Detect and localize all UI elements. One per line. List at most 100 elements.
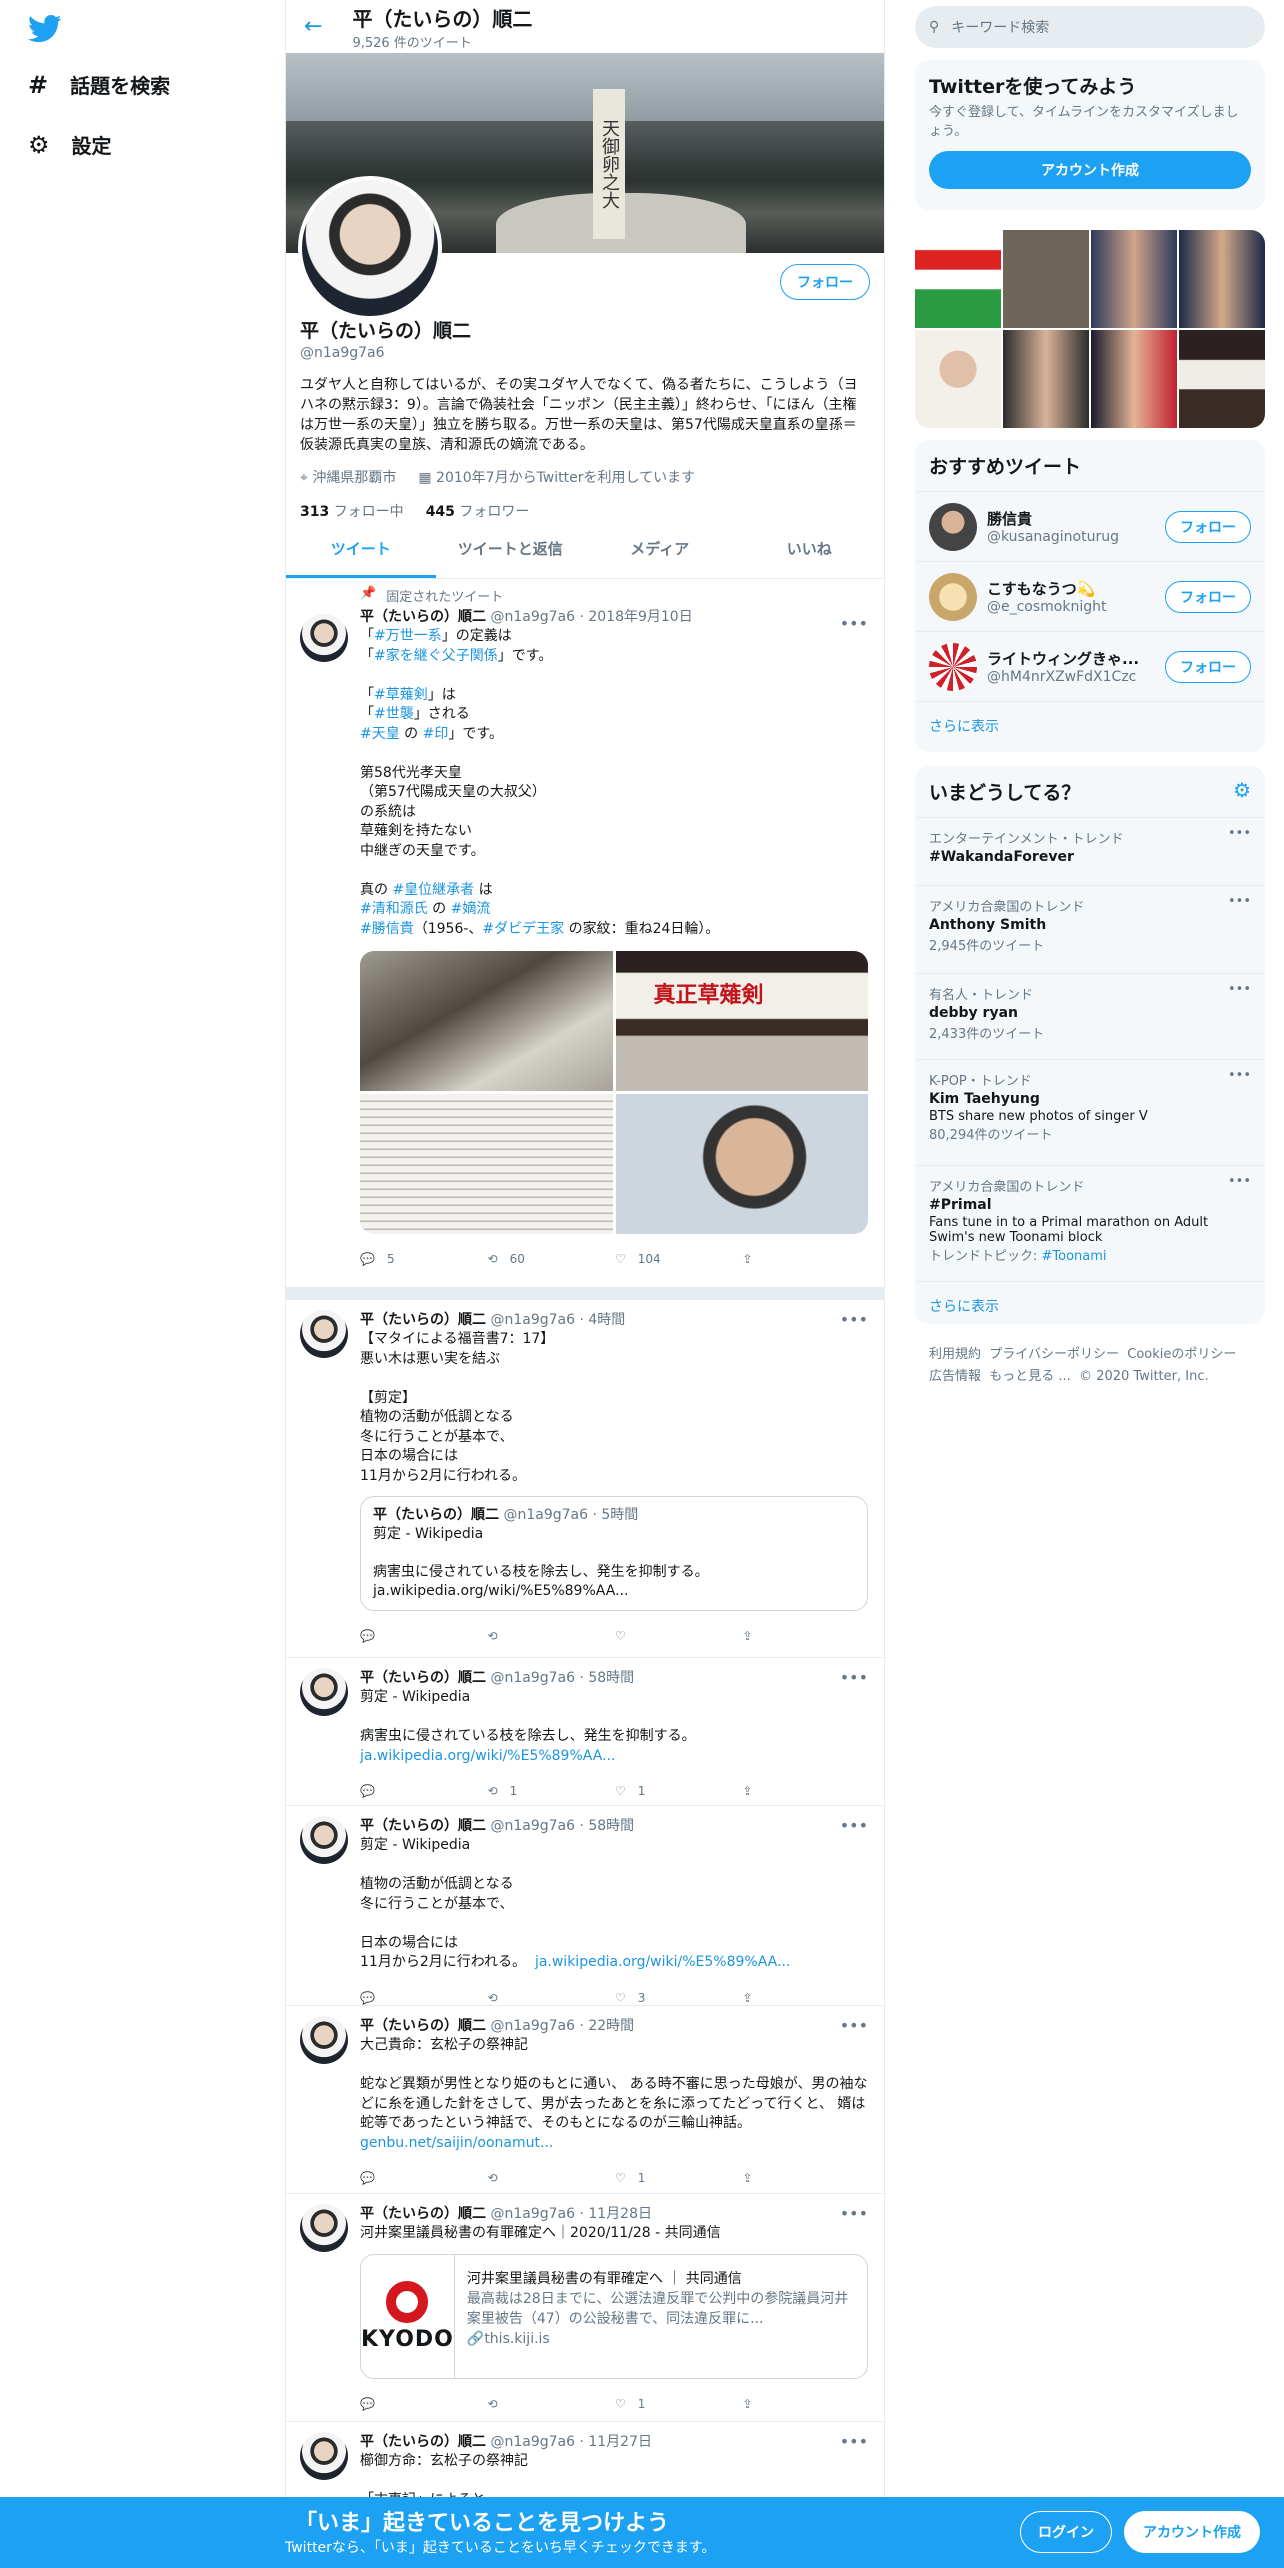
reply-button[interactable]: 💬 xyxy=(360,1991,488,2005)
profile-avatar[interactable] xyxy=(298,176,442,320)
following-count[interactable]: 313 フォロー中 xyxy=(300,501,404,521)
media-thumb[interactable] xyxy=(1003,230,1089,328)
more-icon[interactable]: ••• xyxy=(840,2204,868,2224)
tab-likes[interactable]: いいね xyxy=(735,520,885,578)
like-button[interactable]: ♡ 3 xyxy=(615,1991,743,2005)
like-button[interactable]: ♡ 1 xyxy=(615,1784,743,1798)
followers-count[interactable]: 445 フォロワー xyxy=(426,501,530,521)
hashtag-link[interactable]: #嫡流 xyxy=(451,901,491,917)
avatar[interactable] xyxy=(300,2204,348,2252)
trend-item[interactable]: 有名人・トレンド debby ryan 2,433件のツイート ••• xyxy=(915,973,1265,1059)
hashtag-link[interactable]: #世襲 xyxy=(374,706,414,722)
avatar[interactable] xyxy=(300,1310,348,1358)
recommended-user[interactable]: 勝信貴 @kusanaginoturug フォロー xyxy=(915,491,1265,561)
search-input[interactable]: ⚲ キーワード検索 xyxy=(915,6,1265,48)
nav-settings[interactable]: ⚙ 設定 xyxy=(28,130,112,159)
avatar[interactable] xyxy=(300,614,348,662)
media-thumb[interactable] xyxy=(1091,330,1177,428)
tweet[interactable]: 平（たいらの）順二 @n1a9g7a6 · 22時間 ••• 大己貴命：玄松子の… xyxy=(286,2006,884,2194)
tab-tweets[interactable]: ツイート xyxy=(286,520,436,578)
tweet-link[interactable]: genbu.net/saijin/oonamut... xyxy=(360,2135,553,2151)
like-button[interactable]: ♡ 104 xyxy=(615,1252,743,1266)
tweet[interactable]: 平（たいらの）順二 @n1a9g7a6 · 11月28日 ••• 河井案里議員秘… xyxy=(286,2194,884,2422)
tweet-time[interactable]: 58時間 xyxy=(588,1670,634,1686)
avatar[interactable] xyxy=(300,2432,348,2480)
media-image[interactable] xyxy=(360,1094,613,1234)
media-image[interactable] xyxy=(360,951,613,1091)
like-button[interactable]: ♡ 1 xyxy=(615,2397,743,2411)
more-icon[interactable]: ••• xyxy=(840,1310,868,1330)
share-button[interactable]: ⇪ xyxy=(743,1629,871,1643)
tweet-time[interactable]: 58時間 xyxy=(588,1818,634,1834)
media-thumb[interactable] xyxy=(1003,330,1089,428)
trend-item[interactable]: アメリカ合衆国のトレンド Anthony Smith 2,945件のツイート •… xyxy=(915,885,1265,973)
media-image[interactable]: 真正草薙剣 xyxy=(615,951,868,1091)
hashtag-link[interactable]: #ダビデ王家 xyxy=(482,921,564,937)
follow-button[interactable]: フォロー xyxy=(1165,510,1251,543)
follow-button[interactable]: フォロー xyxy=(1165,580,1251,613)
recommended-user[interactable]: ライトウィングきゃ... @hM4nrXZwFdX1Czc フォロー xyxy=(915,631,1265,701)
hashtag-link[interactable]: #印 xyxy=(423,726,449,742)
avatar[interactable] xyxy=(300,1668,348,1716)
reply-button[interactable]: 💬 xyxy=(360,1784,488,1798)
tab-media[interactable]: メディア xyxy=(585,520,735,578)
link-card[interactable]: KYODO 河井案里議員秘書の有罪確定へ ｜ 共同通信 最高裁は28日までに、公… xyxy=(360,2253,868,2379)
more-icon[interactable]: ••• xyxy=(1228,982,1251,997)
author-name[interactable]: 平（たいらの）順二 xyxy=(360,2206,486,2222)
trend-item[interactable]: エンターテインメント・トレンド #WakandaForever ••• xyxy=(915,817,1265,885)
gear-icon[interactable]: ⚙ xyxy=(1233,778,1251,802)
media-thumb[interactable] xyxy=(915,330,1001,428)
more-icon[interactable]: ••• xyxy=(840,614,868,634)
retweet-button[interactable]: ⟲ xyxy=(488,1629,616,1643)
avatar[interactable] xyxy=(300,1816,348,1864)
retweet-button[interactable]: ⟲ 60 xyxy=(488,1252,616,1266)
share-button[interactable]: ⇪ xyxy=(743,1252,871,1266)
trend-item[interactable]: アメリカ合衆国のトレンド #Primal Fans tune in to a P… xyxy=(915,1165,1265,1281)
twitter-logo-icon[interactable] xyxy=(28,14,62,48)
media-thumb[interactable] xyxy=(915,230,1001,328)
share-button[interactable]: ⇪ xyxy=(743,1991,871,2005)
hashtag-link[interactable]: #万世一系 xyxy=(374,628,442,644)
media-thumb[interactable] xyxy=(1091,230,1177,328)
tweet-time[interactable]: 11月28日 xyxy=(588,2206,652,2222)
tweet-time[interactable]: 11月27日 xyxy=(588,2434,652,2450)
author-name[interactable]: 平（たいらの）順二 xyxy=(360,2018,486,2034)
more-icon[interactable]: ••• xyxy=(1228,894,1251,909)
reply-button[interactable]: 💬 5 xyxy=(360,1252,488,1266)
hashtag-link[interactable]: #天皇 xyxy=(360,726,400,742)
trend-topic-link[interactable]: #Toonami xyxy=(1042,1249,1107,1264)
retweet-button[interactable]: ⟲ 1 xyxy=(488,1784,616,1798)
tweet[interactable]: 平（たいらの）順二 @n1a9g7a6 · 58時間 ••• 剪定 - Wiki… xyxy=(286,1658,884,1806)
media-thumb[interactable] xyxy=(1179,330,1265,428)
author-name[interactable]: 平（たいらの）順二 xyxy=(360,1312,486,1328)
retweet-button[interactable]: ⟲ xyxy=(488,2397,616,2411)
tab-tweets-replies[interactable]: ツイートと返信 xyxy=(436,520,586,578)
more-icon[interactable]: ••• xyxy=(840,1816,868,1836)
reply-button[interactable]: 💬 xyxy=(360,2397,488,2411)
retweet-button[interactable]: ⟲ xyxy=(488,2171,616,2185)
more-icon[interactable]: ••• xyxy=(1228,1068,1251,1083)
show-more-link[interactable]: さらに表示 xyxy=(915,701,1265,750)
more-icon[interactable]: ••• xyxy=(840,2432,868,2452)
media-image[interactable] xyxy=(615,1094,868,1234)
create-account-button[interactable]: アカウント作成 xyxy=(929,151,1251,189)
avatar[interactable] xyxy=(929,642,977,691)
author-name[interactable]: 平（たいらの）順二 xyxy=(360,1818,486,1834)
like-button[interactable]: ♡ 1 xyxy=(615,2171,743,2185)
avatar[interactable] xyxy=(300,2016,348,2064)
back-arrow-icon[interactable]: ← xyxy=(304,14,322,39)
footer-line-2[interactable]: 広告情報 もっと見る ... © 2020 Twitter, Inc. xyxy=(929,1366,1259,1388)
more-icon[interactable]: ••• xyxy=(840,1668,868,1688)
tweet-pinned[interactable]: 📌 固定されたツイート 平（たいらの）順二 @n1a9g7a6 · 2018年9月… xyxy=(286,578,884,1288)
share-button[interactable]: ⇪ xyxy=(743,1784,871,1798)
signup-button[interactable]: アカウント作成 xyxy=(1124,2511,1260,2553)
tweet[interactable]: 平（たいらの）順二 @n1a9g7a6 · 58時間 ••• 剪定 - Wiki… xyxy=(286,1806,884,2006)
footer-line-1[interactable]: 利用規約 プライバシーポリシー Cookieのポリシー xyxy=(929,1344,1259,1366)
nav-explore[interactable]: # 話題を検索 xyxy=(28,70,170,99)
follow-button[interactable]: フォロー xyxy=(780,264,870,300)
author-name[interactable]: 平（たいらの）順二 xyxy=(360,2434,486,2450)
trend-item[interactable]: K-POP・トレンド Kim Taehyung BTS share new ph… xyxy=(915,1059,1265,1165)
avatar[interactable] xyxy=(929,502,977,551)
hashtag-link[interactable]: #勝信貴 xyxy=(360,921,414,937)
more-icon[interactable]: ••• xyxy=(1228,826,1251,841)
